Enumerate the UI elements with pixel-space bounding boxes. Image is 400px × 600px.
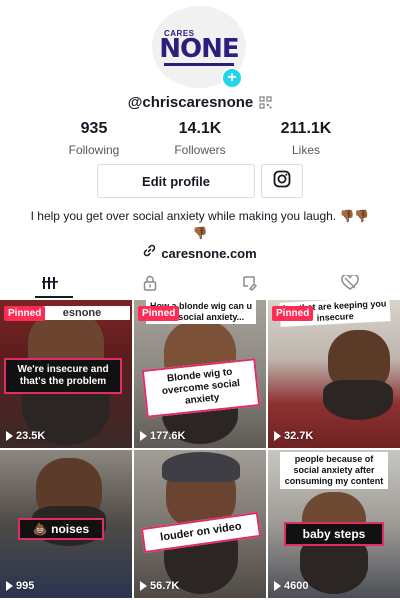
- beanie-image: [162, 452, 240, 482]
- pinned-badge: Pinned: [138, 306, 180, 321]
- bio-link[interactable]: caresnone.com: [0, 244, 400, 262]
- stat-followers[interactable]: 14.1K Followers: [147, 120, 253, 157]
- view-count: 23.5K: [6, 430, 45, 442]
- video-caption: baby steps: [284, 522, 384, 546]
- instagram-icon: [273, 170, 291, 193]
- tab-liked[interactable]: [300, 272, 400, 298]
- edit-profile-button[interactable]: Edit profile: [97, 164, 255, 198]
- stat-value: 935: [80, 120, 108, 137]
- profile-actions: Edit profile: [0, 164, 400, 198]
- video-top-caption: esnone: [34, 306, 130, 320]
- stat-label: Likes: [291, 143, 320, 157]
- play-icon: [6, 581, 13, 591]
- video-tile[interactable]: esnone Pinned We're insecure and that's …: [0, 300, 132, 448]
- tab-private[interactable]: [100, 272, 200, 298]
- tab-reposts[interactable]: [200, 272, 300, 298]
- pinned-badge: Pinned: [4, 306, 46, 321]
- play-icon: [274, 581, 281, 591]
- bio: I help you get over social anxiety while…: [30, 208, 370, 242]
- view-count-value: 177.6K: [150, 430, 186, 442]
- avatar-logo-bar: [164, 62, 234, 66]
- link-text: caresnone.com: [161, 245, 257, 261]
- video-grid: esnone Pinned We're insecure and that's …: [0, 300, 400, 600]
- repost-icon: [242, 275, 258, 296]
- view-count: 995: [6, 580, 34, 592]
- add-avatar-button[interactable]: +: [221, 67, 243, 89]
- view-count: 32.7K: [274, 430, 313, 442]
- view-count-value: 995: [16, 580, 35, 592]
- profile-page: CARES NONE + @chriscaresnone 935 Followi…: [0, 0, 400, 600]
- stat-label: Followers: [174, 143, 226, 157]
- username-row: @chriscaresnone: [0, 94, 400, 111]
- play-icon: [274, 431, 281, 441]
- instagram-button[interactable]: [261, 164, 303, 198]
- view-count: 4600: [274, 580, 308, 592]
- view-count-value: 56.7K: [150, 580, 180, 592]
- grid-icon: [42, 276, 58, 295]
- stat-label: Following: [68, 143, 120, 157]
- video-tile[interactable]: 💩 noises 995: [0, 450, 132, 598]
- link-icon: [143, 244, 156, 262]
- play-icon: [6, 431, 13, 441]
- view-count: 177.6K: [140, 430, 185, 442]
- video-caption: We're insecure and that's the problem: [4, 358, 122, 394]
- active-tab-indicator: [35, 296, 73, 298]
- avatar-logo-main: NONE: [159, 33, 239, 64]
- pinned-badge: Pinned: [272, 306, 314, 321]
- stat-value: 14.1K: [178, 120, 222, 137]
- view-count-value: 32.7K: [284, 430, 314, 442]
- video-caption: 💩 noises: [18, 518, 104, 540]
- video-tile[interactable]: ing that are keeping you insecure Pinned…: [268, 300, 400, 448]
- stat-following[interactable]: 935 Following: [41, 120, 147, 157]
- profile-stats: 935 Following 14.1K Followers 211.1K Lik…: [0, 120, 400, 157]
- play-icon: [140, 431, 147, 441]
- tab-videos[interactable]: [0, 272, 100, 298]
- qr-code-icon[interactable]: [259, 96, 272, 109]
- view-count: 56.7K: [140, 580, 179, 592]
- video-top-caption: people because of social anxiety after c…: [280, 452, 388, 489]
- beard-image: [323, 380, 393, 420]
- username: @chriscaresnone: [127, 94, 254, 111]
- video-tile[interactable]: louder on video 56.7K: [134, 450, 266, 598]
- view-count-value: 4600: [284, 580, 309, 592]
- video-tile[interactable]: How a blonde wig can u with social anxie…: [134, 300, 266, 448]
- heart-icon: [341, 273, 359, 296]
- profile-tabs: [0, 272, 400, 298]
- view-count-value: 23.5K: [16, 430, 46, 442]
- video-tile[interactable]: people because of social anxiety after c…: [268, 450, 400, 598]
- beard-image: [300, 538, 368, 594]
- play-icon: [140, 581, 147, 591]
- stat-value: 211.1K: [280, 120, 332, 137]
- stat-likes[interactable]: 211.1K Likes: [253, 120, 359, 157]
- bio-text: I help you get over social anxiety while…: [30, 209, 337, 223]
- lock-icon: [143, 275, 157, 296]
